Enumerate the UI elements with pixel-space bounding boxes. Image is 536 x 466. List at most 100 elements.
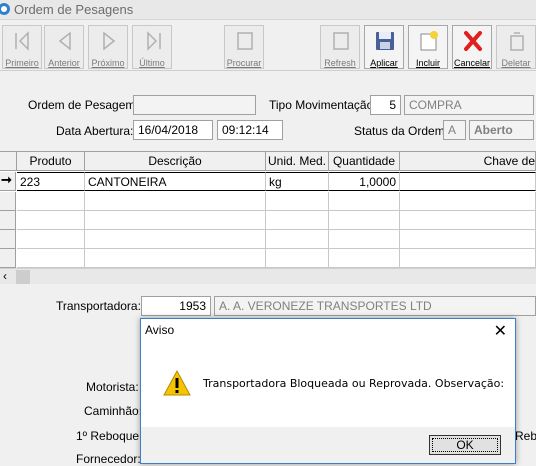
col-chave-header[interactable]: Chave de [400,152,536,171]
empty-cell [85,211,266,230]
refresh-label: Refresh [324,58,356,68]
transportadora-name-field: A. A. VERONEZE TRANSPORTES LTD [214,296,536,316]
hora-abertura-field[interactable]: 09:12:14 [217,120,283,140]
cell-produto[interactable]: 223 [17,172,85,191]
empty-cell [266,211,329,230]
transportadora-label: Transportadora: [56,299,141,313]
cancel-icon [464,31,482,51]
row-indicator: ➞ [0,172,16,191]
procurar-label: Procurar [226,58,262,68]
empty-cell [85,230,266,249]
table-row-empty [0,192,536,211]
status-label: Status da Ordem: [354,124,449,138]
search-icon [237,32,253,50]
status-code-field: A [443,120,466,140]
empty-cell [329,211,400,230]
previous-record-icon [58,31,71,51]
empty-cell [17,230,85,249]
warning-icon [163,369,191,396]
dialog-message: Transportadora Bloqueada ou Reprovada. O… [203,377,505,390]
grid-indicator-header [0,152,17,171]
anterior-label: Anterior [48,58,80,68]
data-abertura-label: Data Abertura: [56,124,134,138]
empty-cell [17,192,85,211]
primeiro-label: Primeiro [5,58,39,68]
empty-cell [329,230,400,249]
cell-quantidade[interactable]: 1,0000 [329,172,400,191]
empty-cell [17,249,85,268]
delete-icon [510,32,524,51]
row-indicator [0,192,16,211]
row-indicator [0,211,16,230]
cell-unid[interactable]: kg [266,172,329,191]
tipo-desc-field: COMPRA [404,95,534,115]
transportadora-code-field[interactable]: 1953 [141,296,211,316]
empty-cell [329,192,400,211]
empty-cell [266,249,329,268]
reboque1-label: 1º Reboque: [76,429,143,443]
current-row-arrow-icon: ➞ [1,172,12,187]
cell-descricao[interactable]: CANTONEIRA [85,172,266,191]
aplicar-button[interactable]: Aplicar [364,25,404,69]
grid-horizontal-scrollbar[interactable]: ‹ [0,268,536,284]
dialog-title: Aviso [145,323,175,337]
refresh-button[interactable]: Refresh [320,25,360,69]
ordem-field[interactable] [133,95,256,115]
empty-cell [400,211,536,230]
save-icon [376,32,394,50]
anterior-button[interactable]: Anterior [44,25,84,69]
toolbar: Primeiro Anterior Próximo Último Procura… [0,21,536,71]
empty-cell [85,249,266,268]
table-row[interactable]: ➞ 223 CANTONEIRA kg 1,0000 [0,172,536,191]
empty-cell [400,230,536,249]
window-titlebar: Ordem de Pesagens [0,0,536,20]
scrollbar-thumb[interactable] [16,270,30,284]
cell-chave[interactable] [400,172,536,191]
last-record-icon [147,31,161,51]
incluir-label: Incluir [415,58,440,68]
data-abertura-field[interactable]: 16/04/2018 [133,120,213,140]
col-quantidade-header[interactable]: Quantidade [329,152,400,171]
dialog-footer: OK [141,427,515,463]
row-indicator [0,249,16,268]
refresh-icon [333,32,349,50]
ultimo-button[interactable]: Último [132,25,172,69]
empty-cell [85,192,266,211]
col-descricao-header[interactable]: Descrição [85,152,266,171]
col-unid-header[interactable]: Unid. Med. [266,152,329,171]
new-record-icon [420,31,438,51]
ok-button[interactable]: OK [429,435,501,455]
tipo-code-field[interactable]: 5 [370,95,401,115]
col-produto-header[interactable]: Produto [17,152,85,171]
ultimo-label: Último [139,58,165,68]
warning-dialog: Aviso ✕ Transportadora Bloqueada ou Repr… [140,318,516,464]
deletar-label: Deletar [501,58,531,68]
incluir-button[interactable]: Incluir [408,25,448,69]
reboque2-label: Rebo [515,429,536,443]
empty-cell [266,230,329,249]
first-record-icon [15,31,29,51]
cancelar-button[interactable]: Cancelar [452,25,492,69]
table-row-empty [0,249,536,268]
table-row-empty [0,211,536,230]
table-row-empty [0,230,536,249]
app-icon [0,3,10,15]
proximo-button[interactable]: Próximo [88,25,128,69]
primeiro-button[interactable]: Primeiro [2,25,42,69]
caminhao-label: Caminhão: [84,404,143,418]
empty-cell [17,211,85,230]
items-grid[interactable]: Produto Descrição Unid. Med. Quantidade … [0,151,536,283]
tipo-label: Tipo Movimentação: [269,98,377,112]
motorista-label: Motorista: [86,380,139,394]
status-desc-field: Aberto [469,120,534,140]
empty-cell [329,249,400,268]
deletar-button[interactable]: Deletar [496,25,536,69]
procurar-button[interactable]: Procurar [224,25,264,69]
close-icon[interactable]: ✕ [494,321,507,341]
proximo-label: Próximo [91,58,125,68]
scroll-left-icon[interactable]: ‹ [3,269,7,283]
ordem-label: Ordem de Pesagem: [28,98,139,112]
empty-cell [400,249,536,268]
window-title: Ordem de Pesagens [14,2,134,17]
row-indicator [0,230,16,249]
